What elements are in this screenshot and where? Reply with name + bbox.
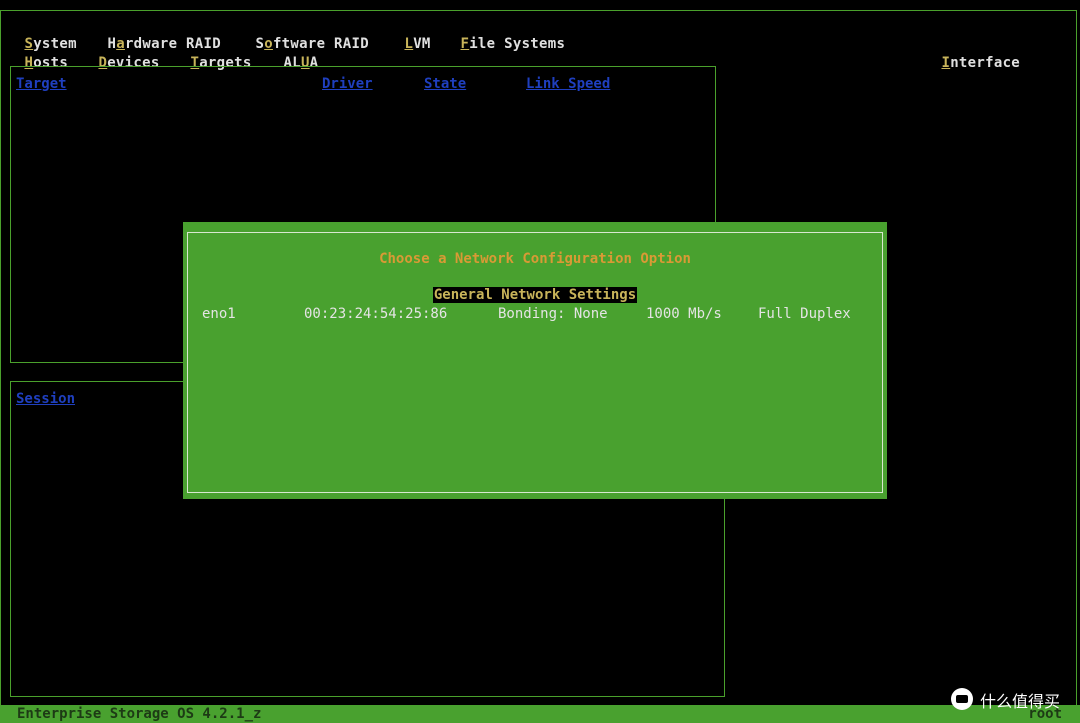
status-bar: Enterprise Storage OS 4.2.1_z root <box>0 705 1080 723</box>
interface-bonding: Bonding: None <box>498 306 608 322</box>
dialog-title: Choose a Network Configuration Option <box>379 251 691 267</box>
interface-speed: 1000 Mb/s <box>646 306 722 322</box>
col-header-link-speed[interactable]: Link Speed <box>526 76 610 92</box>
interface-name: eno1 <box>202 306 236 322</box>
dialog-border: Choose a Network Configuration Option Ge… <box>187 232 883 493</box>
col-header-session[interactable]: Session <box>16 391 75 407</box>
col-header-state[interactable]: State <box>424 76 466 92</box>
interface-row-eno1[interactable]: eno1 00:23:24:54:25:86 Bonding: None 100… <box>202 306 851 418</box>
col-header-driver[interactable]: Driver <box>322 76 373 92</box>
general-network-settings-option[interactable]: General Network Settings <box>432 287 638 303</box>
interface-mac: 00:23:24:54:25:86 <box>304 306 448 322</box>
watermark-logo-icon <box>951 688 973 710</box>
interface-duplex: Full Duplex <box>758 306 851 322</box>
watermark-text: 什么值得买 <box>980 692 1061 711</box>
network-config-dialog: Choose a Network Configuration Option Ge… <box>183 222 887 499</box>
status-product: Enterprise Storage OS 4.2.1_z <box>17 706 262 722</box>
col-header-target[interactable]: Target <box>16 76 67 92</box>
